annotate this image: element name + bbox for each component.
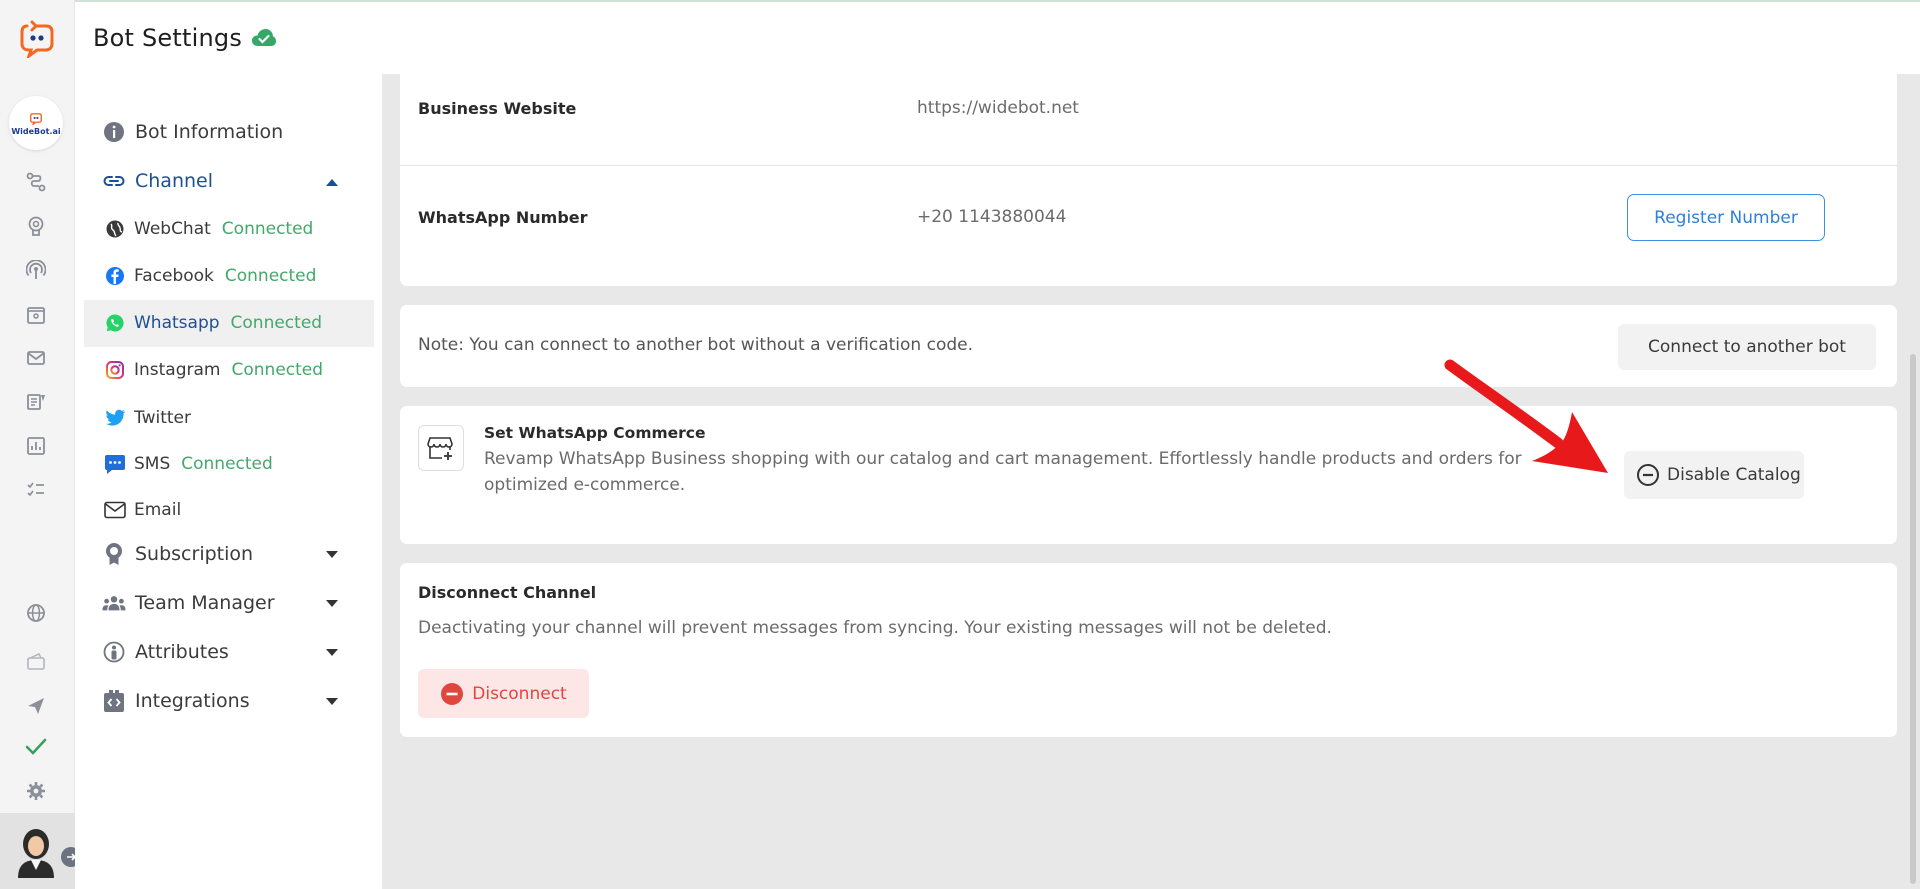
channel-item-webchat[interactable]: WebChat Connected: [104, 218, 313, 240]
nav-attributes[interactable]: Attributes: [102, 640, 229, 664]
brain-icon[interactable]: [24, 214, 48, 238]
chevron-down-icon[interactable]: [326, 600, 338, 607]
check-icon[interactable]: [24, 735, 48, 759]
disable-catalog-label: Disable Catalog: [1667, 465, 1801, 485]
nav-label: Channel: [135, 170, 214, 192]
nav-team-manager[interactable]: Team Manager: [102, 591, 275, 615]
settings-sidebar: Bot Information Channel WebChat Connecte…: [75, 74, 383, 889]
disconnect-card: Disconnect Channel Deactivating your cha…: [400, 563, 1897, 737]
nav-bot-information[interactable]: Bot Information: [102, 120, 283, 144]
inbox-icon[interactable]: [24, 303, 48, 327]
commerce-description-line2: optimized e-commerce.: [484, 475, 686, 495]
channel-name: SMS: [134, 454, 171, 474]
bot-avatar-label: WideBot.ai: [11, 126, 61, 136]
channel-status: Connected: [224, 266, 317, 286]
note-card: Note: You can connect to another bot wit…: [400, 305, 1897, 387]
main-content: Business Website https://widebot.net Wha…: [383, 74, 1920, 889]
widebot-mini-logo-icon: [30, 112, 42, 125]
channel-status: Connected: [221, 219, 314, 239]
gear-icon[interactable]: [24, 779, 48, 803]
bot-avatar[interactable]: WideBot.ai: [9, 96, 63, 150]
register-number-button[interactable]: Register Number: [1627, 194, 1825, 241]
facebook-icon: [104, 265, 126, 287]
team-icon: [102, 591, 126, 615]
integrations-icon: [102, 689, 126, 713]
wallet-icon[interactable]: [24, 650, 48, 674]
analytics-icon[interactable]: [24, 434, 48, 458]
info-icon: [102, 120, 126, 144]
twitter-icon: [104, 407, 126, 429]
channel-name: WebChat: [134, 219, 211, 239]
chevron-up-icon[interactable]: [326, 179, 338, 186]
page-title: Bot Settings: [93, 24, 243, 52]
nav-label: Team Manager: [135, 592, 275, 614]
channel-name: Email: [134, 500, 182, 520]
chevron-down-icon[interactable]: [326, 551, 338, 558]
instagram-icon: [104, 359, 126, 381]
send-icon[interactable]: [24, 694, 48, 718]
whatsapp-number-value: +20 1143880044: [917, 207, 1067, 227]
business-website-label: Business Website: [418, 99, 577, 118]
nav-label: Subscription: [135, 543, 254, 565]
nav-label: Attributes: [135, 641, 229, 663]
sms-icon: [104, 453, 126, 475]
icon-rail: WideBot.ai: [0, 0, 81, 889]
remove-icon: [441, 682, 464, 705]
email-icon: [104, 499, 126, 521]
scrollbar[interactable]: [1910, 354, 1916, 884]
channel-item-twitter[interactable]: Twitter: [104, 407, 191, 429]
nav-subscription[interactable]: Subscription: [102, 542, 253, 566]
business-website-value: https://widebot.net: [917, 98, 1079, 118]
channel-item-instagram[interactable]: Instagram Connected: [104, 359, 323, 381]
nav-label: Bot Information: [135, 121, 284, 143]
flow-icon[interactable]: [24, 170, 48, 194]
channel-name: Twitter: [134, 408, 191, 428]
commerce-title: Set WhatsApp Commerce: [484, 424, 706, 442]
chevron-down-icon[interactable]: [326, 649, 338, 656]
channel-item-whatsapp[interactable]: Whatsapp Connected: [104, 312, 322, 334]
nav-label: Integrations: [135, 690, 250, 712]
commerce-description-line1: Revamp WhatsApp Business shopping with o…: [484, 449, 1522, 469]
nav-channel[interactable]: Channel: [102, 169, 213, 193]
broadcast-icon[interactable]: [24, 258, 48, 282]
red-arrow-annotation-icon: [1444, 359, 1608, 473]
user-avatar[interactable]: [12, 826, 60, 878]
minus-circle-icon: [1637, 464, 1659, 486]
channel-name: Instagram: [134, 360, 221, 380]
mail-icon[interactable]: [24, 346, 48, 370]
checklist-icon[interactable]: [24, 478, 48, 502]
store-icon: [418, 425, 464, 471]
channel-item-facebook[interactable]: Facebook Connected: [104, 265, 316, 287]
channel-name: Facebook: [134, 266, 214, 286]
globe-icon[interactable]: [24, 601, 48, 625]
disconnect-button[interactable]: Disconnect: [418, 669, 589, 718]
disconnect-label: Disconnect: [472, 683, 567, 704]
row-divider: [400, 165, 1897, 166]
cloud-saved-icon: [252, 29, 277, 46]
whatsapp-number-label: WhatsApp Number: [418, 208, 588, 227]
note-text: Note: You can connect to another bot wit…: [418, 335, 974, 355]
chevron-down-icon[interactable]: [326, 698, 338, 705]
badge-icon: [102, 542, 126, 566]
disconnect-description: Deactivating your channel will prevent m…: [418, 618, 1332, 638]
commerce-card: Set WhatsApp Commerce Revamp WhatsApp Bu…: [400, 406, 1897, 544]
globe-icon: [104, 218, 126, 240]
nav-integrations[interactable]: Integrations: [102, 689, 250, 713]
channel-name: Whatsapp: [134, 313, 220, 333]
channel-item-email[interactable]: Email: [104, 499, 181, 521]
disable-catalog-button[interactable]: Disable Catalog: [1624, 451, 1804, 499]
disconnect-title: Disconnect Channel: [418, 583, 597, 602]
connect-another-bot-button[interactable]: Connect to another bot: [1618, 324, 1876, 370]
page-header: Bot Settings: [75, 2, 1920, 74]
widebot-logo-icon[interactable]: [19, 18, 55, 58]
channel-status: Connected: [231, 360, 324, 380]
templates-icon[interactable]: [24, 390, 48, 414]
business-info-card: Business Website https://widebot.net Wha…: [400, 74, 1897, 286]
link-icon: [102, 169, 126, 193]
channel-status: Connected: [230, 313, 323, 333]
attributes-icon: [102, 640, 126, 664]
channel-status: Connected: [181, 454, 273, 474]
channel-item-sms[interactable]: SMS Connected: [104, 453, 273, 475]
whatsapp-icon: [104, 312, 126, 334]
